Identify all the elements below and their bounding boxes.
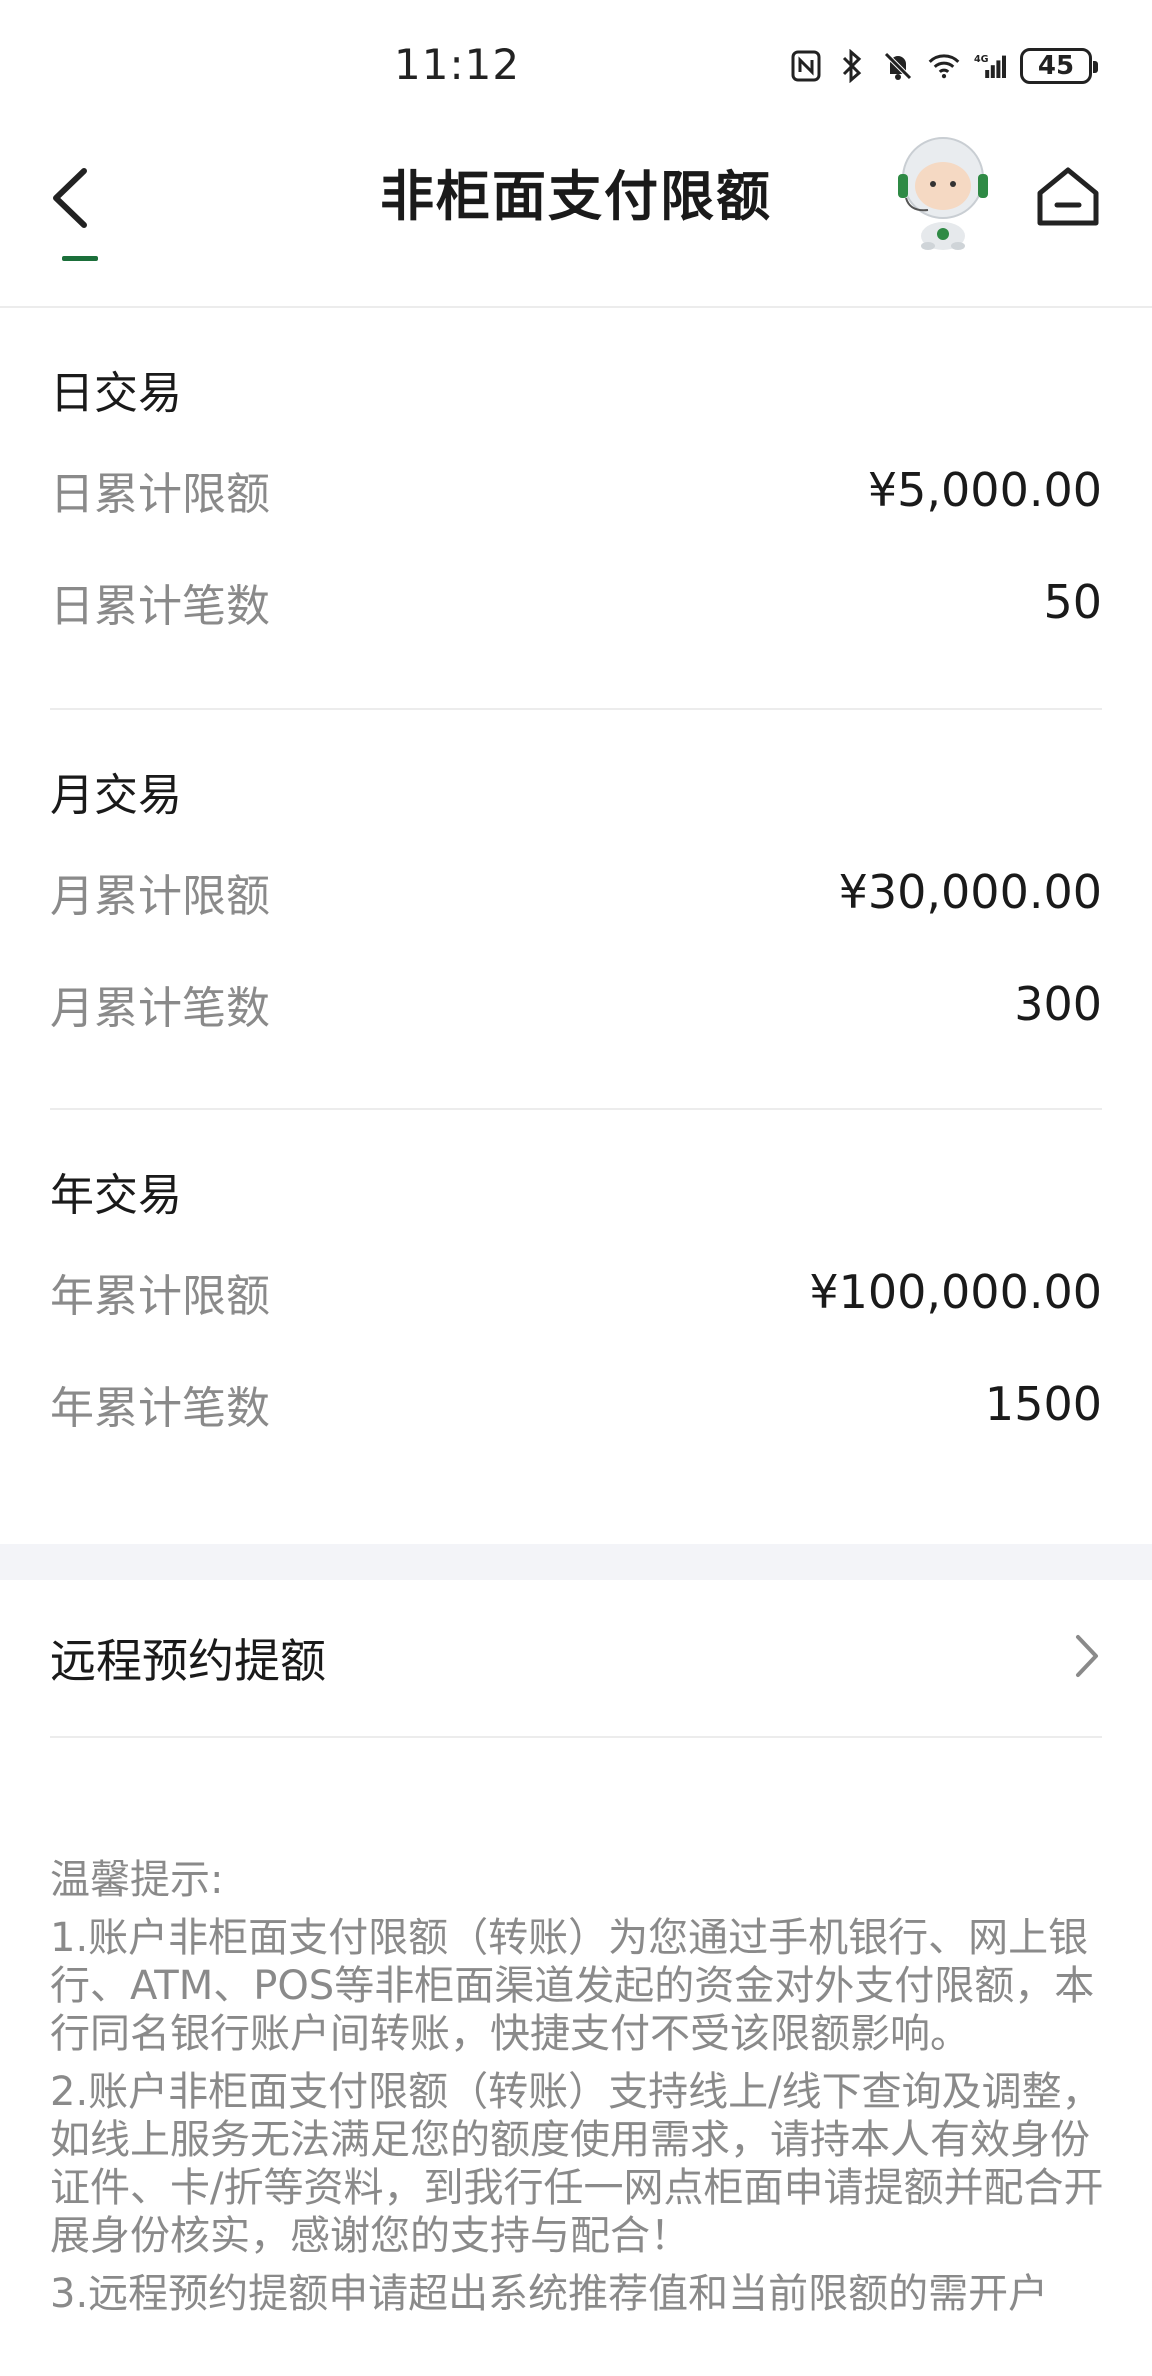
row-value: 50: [1043, 575, 1102, 629]
section-separator: [0, 1544, 1152, 1580]
home-icon[interactable]: [1030, 154, 1106, 240]
row-label: 月累计笔数: [50, 983, 270, 1034]
row-value: 1500: [984, 1377, 1102, 1431]
row-value: 300: [1014, 977, 1102, 1031]
battery-icon: 45: [1020, 48, 1098, 84]
mute-icon: [882, 49, 914, 83]
divider: [50, 1108, 1102, 1110]
status-bar: 11:12 4G 45: [0, 0, 1152, 132]
wifi-icon: [928, 49, 960, 83]
divider: [50, 708, 1102, 710]
4g-signal-icon: 4G: [974, 49, 1006, 83]
bluetooth-icon: [836, 49, 868, 83]
tip-item: 1.账户非柜面支付限额（转账）为您通过手机银行、网上银行、ATM、POS等非柜面…: [50, 1915, 1095, 2057]
robot-assistant-icon[interactable]: [888, 132, 998, 250]
chevron-right-icon: [1072, 1633, 1102, 1683]
remote-limit-increase-link[interactable]: 远程预约提额: [50, 1580, 1102, 1738]
row-monthly-limit: 月累计限额 ¥30,000.00: [50, 836, 1102, 948]
row-label: 月累计限额: [50, 871, 270, 922]
row-label: 年累计笔数: [50, 1383, 270, 1434]
row-daily-count: 日累计笔数 50: [50, 546, 1102, 658]
tip-item: 3.远程预约提额申请超出系统推荐值和当前限额的需开户: [50, 2271, 1049, 2317]
tip-item: 2.账户非柜面支付限额（转账）支持线上/线下查询及调整，如线上服务无法满足您的额…: [50, 2069, 1104, 2259]
section-yearly: 年交易 年累计限额 ¥100,000.00 年累计笔数 1500: [50, 1156, 1102, 1460]
row-value: ¥30,000.00: [838, 865, 1102, 919]
status-icons: 4G 45: [790, 44, 1098, 88]
section-daily: 日交易 日累计限额 ¥5,000.00 日累计笔数 50: [50, 354, 1102, 658]
section-title: 月交易: [50, 770, 182, 821]
row-label: 年累计限额: [50, 1271, 270, 1322]
tips-title: 温馨提示:: [50, 1857, 224, 1903]
section-monthly: 月交易 月累计限额 ¥30,000.00 月累计笔数 300: [50, 756, 1102, 1060]
section-title: 年交易: [50, 1170, 182, 1221]
nav-bar: 非柜面支付限额: [0, 132, 1152, 308]
tab-indicator: [62, 256, 98, 261]
row-label: 日累计笔数: [50, 581, 270, 632]
section-title: 日交易: [50, 368, 182, 419]
nfc-icon: [790, 49, 822, 83]
tips: 温馨提示: 1.账户非柜面支付限额（转账）为您通过手机银行、网上银行、ATM、P…: [50, 1856, 1110, 2328]
status-time: 11:12: [394, 40, 521, 89]
row-monthly-count: 月累计笔数 300: [50, 948, 1102, 1060]
row-value: ¥5,000.00: [867, 463, 1102, 517]
row-label: 日累计限额: [50, 469, 270, 520]
row-yearly-limit: 年累计限额 ¥100,000.00: [50, 1236, 1102, 1348]
remote-limit-label: 远程预约提额: [50, 1634, 326, 1688]
row-daily-limit: 日累计限额 ¥5,000.00: [50, 434, 1102, 546]
row-value: ¥100,000.00: [809, 1265, 1102, 1319]
row-yearly-count: 年累计笔数 1500: [50, 1348, 1102, 1460]
svg-text:4G: 4G: [974, 54, 989, 65]
